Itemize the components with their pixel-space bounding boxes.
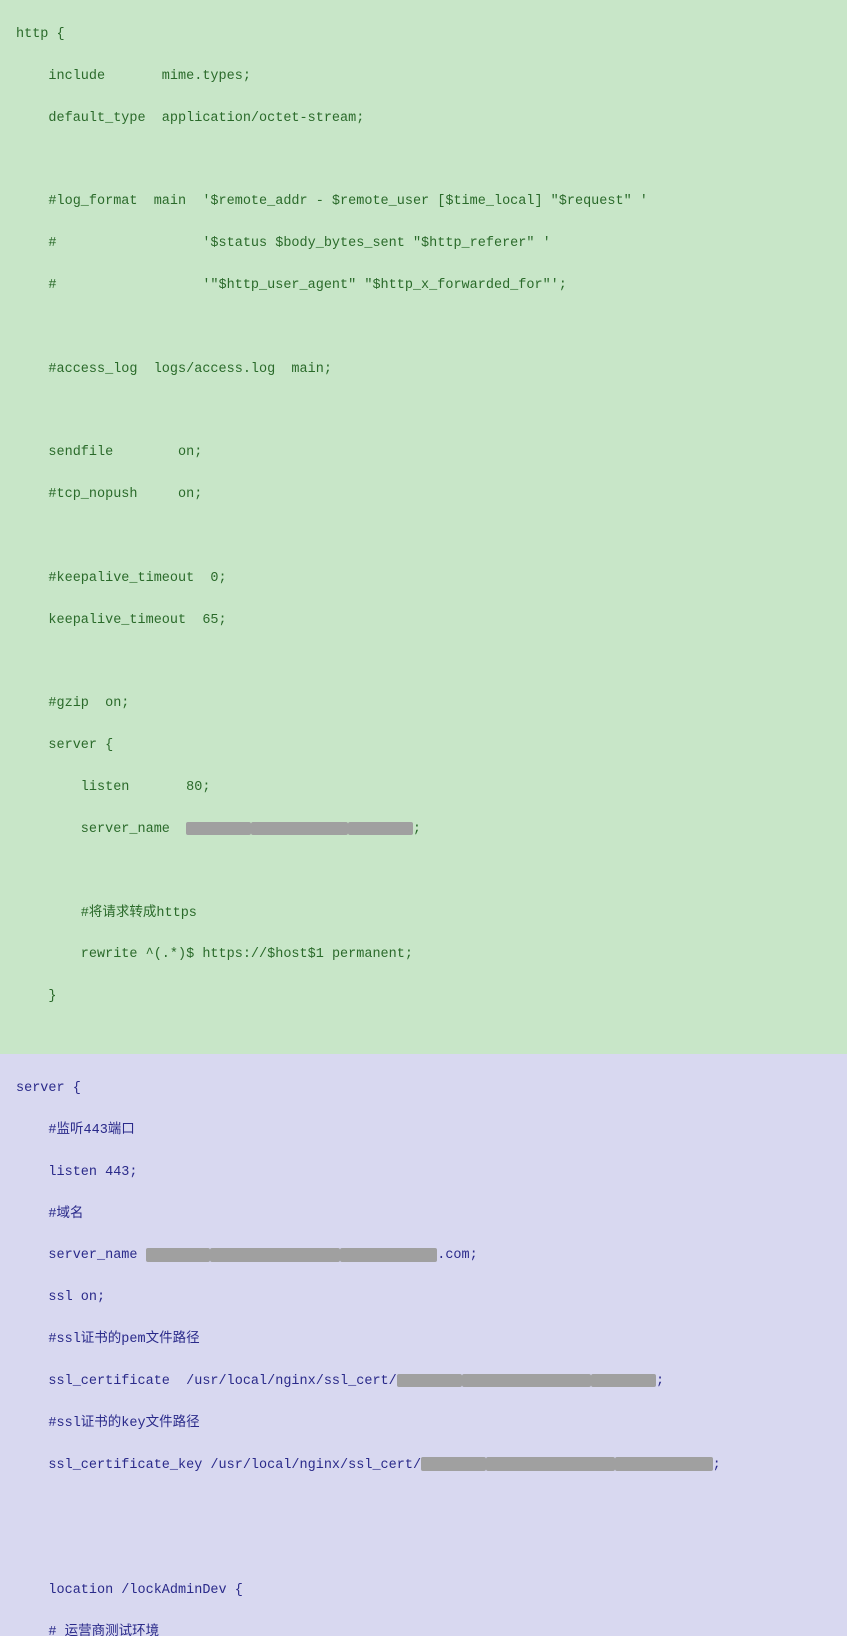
code-editor: http { include mime.types; default_type …: [0, 0, 847, 1636]
blurred-text: T: [186, 822, 251, 836]
code-line: http {: [16, 25, 831, 46]
blurred-text: certfile: [462, 1374, 592, 1388]
blurred-text: m: [591, 1374, 656, 1388]
code-line: #gzip on;: [16, 694, 831, 715]
code-line: #access_log logs/access.log main;: [16, 360, 831, 381]
code-line: include mime.types;: [16, 67, 831, 88]
code-line: #keepalive_timeout 0;: [16, 569, 831, 590]
code-line: server {: [16, 1079, 831, 1100]
code-line: ssl_certificate /usr/local/nginx/ssl_cer…: [16, 1372, 831, 1393]
code-line: [16, 150, 831, 171]
code-line: [16, 862, 831, 883]
blurred-text: text: [340, 1248, 437, 1262]
code-line: rewrite ^(.*)$ https://$host$1 permanent…: [16, 945, 831, 966]
blurred-text: keyfile: [486, 1457, 616, 1471]
code-line: [16, 653, 831, 674]
blurred-text: text: [615, 1457, 712, 1471]
code-line: server {: [16, 736, 831, 757]
code-line: # '"$http_user_agent" "$http_x_forwarded…: [16, 276, 831, 297]
blurred-text: w: [146, 1248, 211, 1262]
blurred-text: om: [348, 822, 413, 836]
code-line: ssl on;: [16, 1288, 831, 1309]
blurred-text: text: [251, 822, 348, 836]
code-line: listen 443;: [16, 1163, 831, 1184]
code-line: #ssl证书的key文件路径: [16, 1414, 831, 1435]
code-line: sendfile on;: [16, 443, 831, 464]
code-line: location /lockAdminDev {: [16, 1581, 831, 1602]
code-line: [16, 1539, 831, 1560]
code-line: #tcp_nopush on;: [16, 485, 831, 506]
code-line: [16, 1497, 831, 1518]
blurred-text: c: [421, 1457, 486, 1471]
code-line: ssl_certificate_key /usr/local/nginx/ssl…: [16, 1456, 831, 1477]
code-line: keepalive_timeout 65;: [16, 611, 831, 632]
code-line: }: [16, 987, 831, 1008]
code-line: #域名: [16, 1205, 831, 1226]
code-line: [16, 402, 831, 423]
code-line: #将请求转成https: [16, 904, 831, 925]
code-line: # '$status $body_bytes_sent "$http_refer…: [16, 234, 831, 255]
code-line: # 运营商测试环境: [16, 1623, 831, 1636]
code-line: [16, 527, 831, 548]
blurred-text: domain: [210, 1248, 340, 1262]
code-line: server_name wdomaintext.com;: [16, 1246, 831, 1267]
code-line: default_type application/octet-stream;: [16, 109, 831, 130]
blurred-text: c: [397, 1374, 462, 1388]
code-line: [16, 318, 831, 339]
code-line: #监听443端口: [16, 1121, 831, 1142]
code-block-bottom: server { #监听443端口 listen 443; #域名 server…: [0, 1054, 847, 1636]
code-line: listen 80;: [16, 778, 831, 799]
code-line: #log_format main '$remote_addr - $remote…: [16, 192, 831, 213]
code-block-top: http { include mime.types; default_type …: [0, 0, 847, 1054]
code-line: server_name Ttextom;: [16, 820, 831, 841]
code-line: #ssl证书的pem文件路径: [16, 1330, 831, 1351]
